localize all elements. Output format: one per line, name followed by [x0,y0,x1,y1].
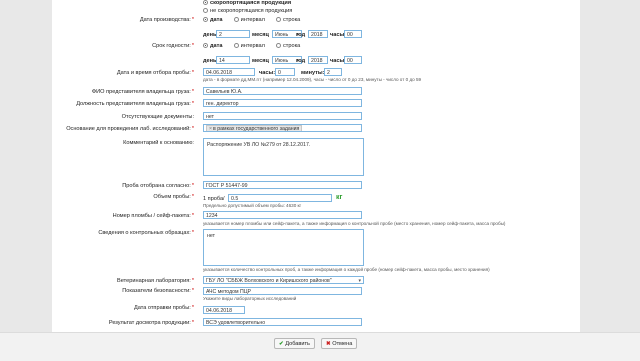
sampling-hint: дата - в формате дд.ММ.ггг (например 12.… [203,77,422,82]
sampling-hours-label: часы: [259,70,276,76]
shelf-day-input[interactable]: 14 [216,56,250,64]
radio-prod-date[interactable] [203,17,208,23]
sampling-minutes-label: минуты: [301,70,325,76]
seal-number-input[interactable]: 1234 [203,211,362,219]
control-samples-textarea[interactable]: нет [203,229,364,266]
sampling-hours-input[interactable]: 0 [275,68,295,76]
add-button-label: Добавить [285,341,310,347]
shelf-mode-string: строка [282,43,301,49]
radio-shelf-interval[interactable] [233,43,239,49]
sampled-per-label: Проба отобрана согласно:* [122,183,194,189]
basis-comment-textarea[interactable]: Распоряжение УВ ЛО №279 от 28.12.2017. [203,138,364,176]
sample-volume-hint: Предельно допустимый объем пробы: 4630 к… [203,203,302,208]
seal-number-hint: указывается номер пломбы или сейф-пакета… [203,221,506,226]
sample-volume-sep: / [223,196,225,202]
shelf-year-label: год [296,58,306,64]
sample-volume-label: Объем пробы:* [153,194,194,200]
production-date-mode: дата интервал строка [203,17,300,23]
prod-mode-string: строка [282,17,301,23]
safety-input[interactable]: АЧС методом ПЦР [203,287,362,295]
shelf-mode-date: дата [210,43,223,49]
shelf-day-label: день [203,58,217,64]
basis-comment-label: Комментарий к основанию: [123,140,194,146]
shelf-year-input[interactable]: 2018 [308,56,328,64]
chip-close-icon[interactable]: × [209,126,212,131]
owner-position-input[interactable]: ген. директор [203,99,362,107]
sample-unit: кг [336,194,343,201]
sampling-label: Дата и время отбора пробы:* [116,70,194,76]
form-footer [0,332,640,361]
send-date-input[interactable]: 04.06.2018 [203,306,245,314]
inspection-label: Результат досмотра продукции:* [108,320,194,326]
spoilage-nonperishable-label: не скоропортящаяся продукция [210,8,293,14]
prod-hours-input[interactable]: 00 [344,30,362,38]
control-samples-hint: указывается количество контрольных проб,… [203,267,490,272]
basis-chip-label: в рамках государственного задания [213,126,300,132]
basis-label: Основание для проведения лаб. исследован… [66,126,194,132]
prod-hours-label: часы [330,32,345,38]
owner-name-input[interactable]: Савельев Ю.А. [203,87,362,95]
sampling-date-input[interactable]: 04.06.2018 [203,68,255,76]
shelf-hours-label: часы [330,58,345,64]
vet-lab-select[interactable]: ГБУ ЛО "СББЖ Волховского и Киришского ра… [203,276,364,284]
radio-shelf-date[interactable] [203,43,208,49]
prod-mode-date: дата [210,17,223,23]
check-icon: ✔ [279,341,284,347]
cross-icon: ✖ [326,341,331,347]
inspection-input[interactable]: ВСЭ удовлетворительно [203,318,362,326]
basis-chip: ×в рамках государственного задания [206,125,303,132]
sampled-per-input[interactable]: ГОСТ Р 51447-99 [203,181,362,189]
send-date-label: Дата отправки пробы:* [133,305,194,311]
shelf-hours-input[interactable]: 00 [344,56,362,64]
prod-day-label: день [203,32,217,38]
shelf-life-label: Срок годности:* [152,43,194,49]
basis-multiselect[interactable]: ×в рамках государственного задания [203,124,362,132]
radio-shelf-string[interactable] [275,43,281,49]
control-samples-label: Сведения о контрольных образцах:* [98,230,194,236]
prod-month-label: месяц [252,32,269,38]
spoilage-option-nonperishable[interactable]: не скоропортящаяся продукция [203,8,292,14]
prod-year-input[interactable]: 2018 [308,30,328,38]
sampling-minutes-input[interactable]: 2 [324,68,342,76]
cancel-button[interactable]: ✖ Отмена [321,338,358,349]
sample-count-text: 1 проба [203,196,224,202]
shelf-mode-interval: интервал [240,43,265,49]
radio-prod-string[interactable] [275,17,281,23]
radio-nonperishable[interactable] [203,8,208,14]
missing-docs-input[interactable]: нет [203,112,362,120]
cancel-button-label: Отмена [332,341,353,347]
radio-perishable[interactable] [203,0,208,6]
spoilage-perishable-label: скоропортящаяся продукция [210,0,292,6]
prod-year-label: год [296,32,306,38]
missing-docs-label: Отсутствующие документы: [121,114,194,120]
radio-prod-interval[interactable] [233,17,239,23]
sample-amount-input[interactable]: 0.5 [228,194,332,202]
owner-position-label: Должность представителя владельца груза:… [76,101,194,107]
safety-hint: Укажите виды лабораторных исследований [203,296,297,301]
production-date-label: Дата производства:* [139,17,194,23]
prod-day-input[interactable]: 2 [216,30,250,38]
seal-number-label: Номер пломбы / сейф-пакета:* [112,213,194,219]
safety-label: Показатели безопасности:* [122,288,194,294]
owner-name-label: ФИО представителя владельца груза:* [91,89,194,95]
prod-mode-interval: интервал [240,17,265,23]
vet-lab-label: Ветеринарная лаборатория:* [116,278,194,284]
shelf-month-label: месяц [252,58,269,64]
shelf-life-mode: дата интервал строка [203,43,300,49]
spoilage-option-perishable[interactable]: скоропортящаяся продукция [203,0,291,6]
add-button[interactable]: ✔ Добавить [274,338,315,349]
